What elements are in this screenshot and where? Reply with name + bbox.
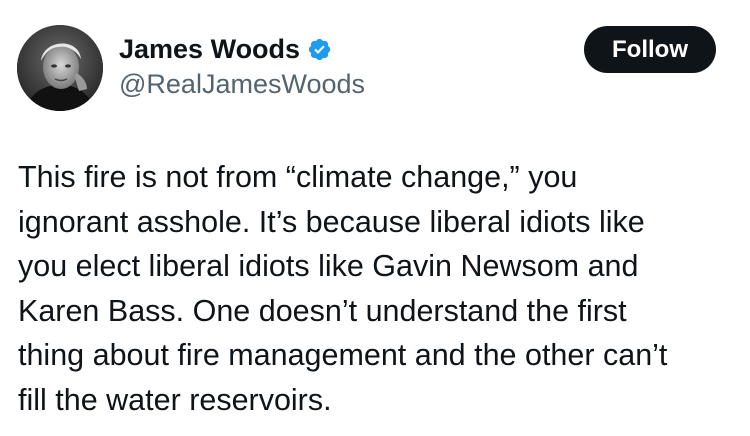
author-handle[interactable]: @RealJamesWoods (119, 68, 365, 100)
follow-button[interactable]: Follow (584, 26, 716, 73)
verified-badge-icon (307, 37, 332, 62)
tweet-text: This fire is not from “climate change,” … (18, 160, 668, 417)
avatar-photo-icon (17, 25, 103, 111)
author-name-row: James Woods (119, 33, 332, 65)
tweet-card: James Woods @RealJamesWoods Follow This … (0, 0, 750, 436)
author-display-name[interactable]: James Woods (119, 33, 300, 65)
author-avatar[interactable] (17, 25, 103, 111)
